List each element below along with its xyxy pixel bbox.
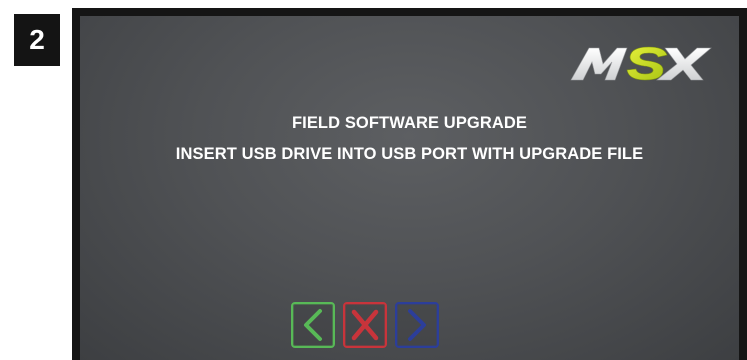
chevron-left-icon: [304, 309, 322, 341]
navigation-buttons: [291, 302, 439, 348]
upgrade-instruction: INSERT USB DRIVE INTO USB PORT WITH UPGR…: [175, 145, 644, 163]
manual-figure: 2 FIELD SOFTWARE UPGRADE INSERT USB DRIV…: [0, 0, 747, 360]
display-screen: FIELD SOFTWARE UPGRADE INSERT USB DRIVE …: [80, 16, 739, 360]
upgrade-title: FIELD SOFTWARE UPGRADE: [291, 114, 528, 132]
display-bezel: FIELD SOFTWARE UPGRADE INSERT USB DRIVE …: [72, 8, 747, 360]
x-icon: [351, 309, 379, 341]
msx-logo: [570, 46, 712, 81]
next-button[interactable]: [395, 302, 439, 348]
step-number-badge: 2: [14, 14, 60, 66]
cancel-button[interactable]: [343, 302, 387, 348]
back-button[interactable]: [291, 302, 335, 348]
chevron-right-icon: [408, 309, 426, 341]
